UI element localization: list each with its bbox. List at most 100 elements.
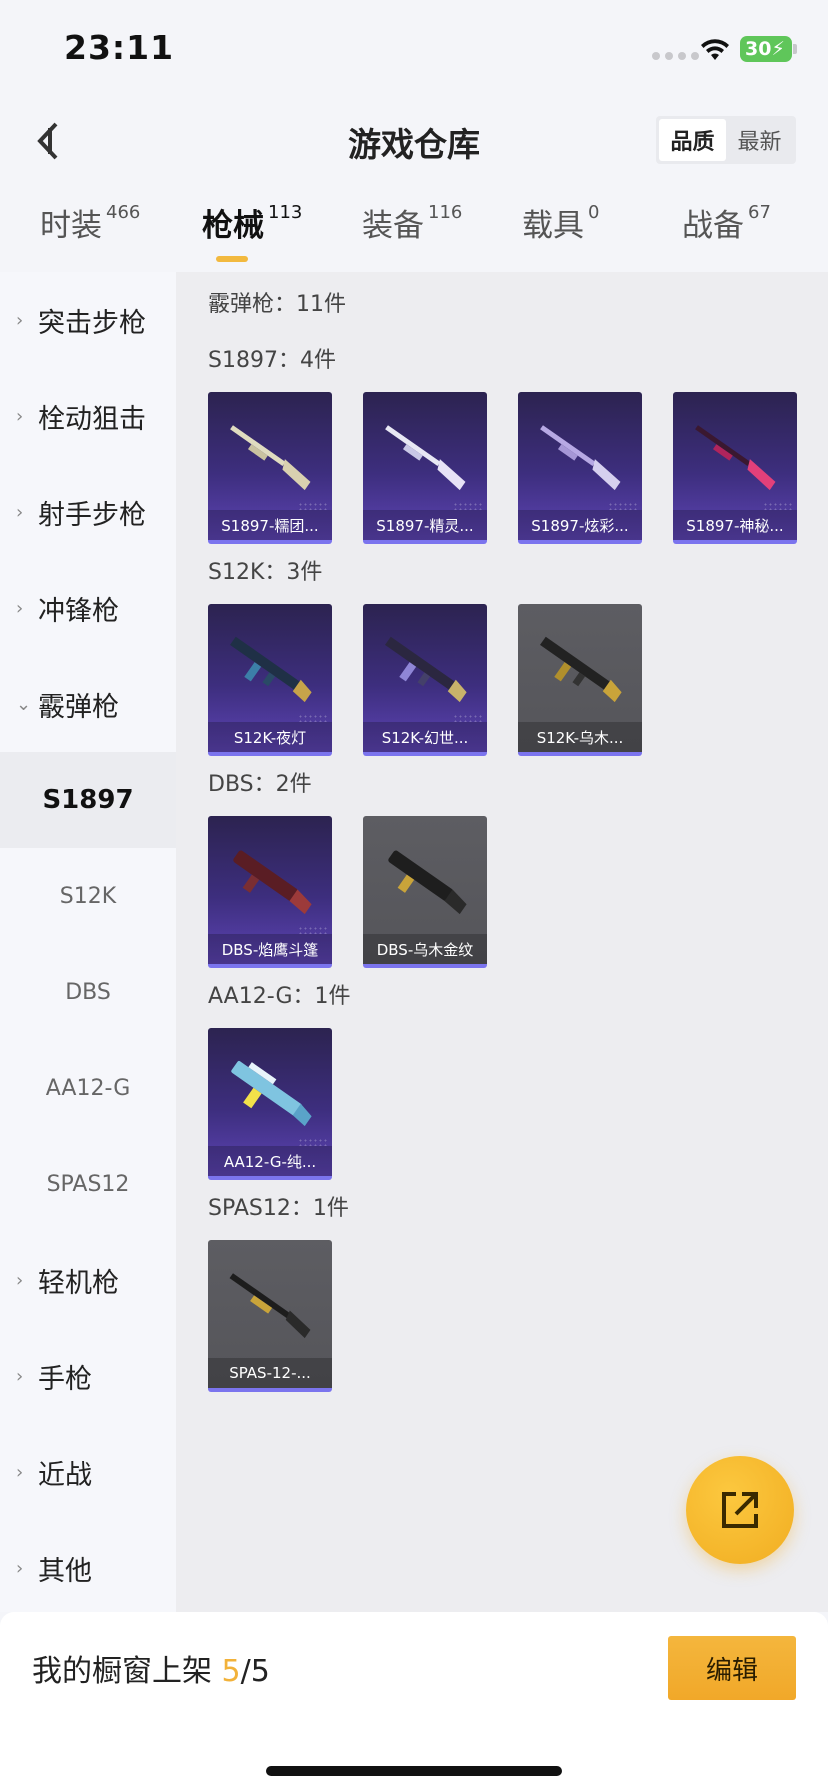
shelf-status: 我的橱窗上架 5/5 [32,1646,270,1690]
section-title-s1897: S1897：4件 [208,348,336,373]
chevron-right-icon: › [16,1461,24,1483]
bottom-bar: 我的橱窗上架 5/5 编辑 [0,1612,828,1792]
share-button[interactable] [686,1456,794,1564]
card-pattern [298,926,328,934]
card-pattern [298,502,328,510]
tab-count: 0 [588,202,600,223]
category-tabs: 时装 466 枪械 113 装备 116 载具 0 战备 67 [0,200,828,270]
tab-count: 113 [268,202,303,223]
weapon-card-name: S1897-糯团... [208,510,332,540]
home-indicator[interactable] [266,1766,562,1776]
sidebar-subitem-aa12g[interactable]: AA12-G [0,1040,176,1136]
sidebar-item-shotgun[interactable]: ⌄ 霰弹枪 [0,656,176,752]
tab-label: 装备 [362,208,424,244]
card-pattern [608,502,638,510]
shotgun-icon [695,425,776,491]
tab-supplies[interactable]: 战备 67 [682,200,771,245]
sidebar-item-marksman-rifle[interactable]: › 射手步枪 [0,464,176,560]
battery-level: 30 [745,38,772,60]
weapon-card[interactable]: S1897-糯团... [208,392,332,544]
sidebar-item-smg[interactable]: › 冲锋枪 [0,560,176,656]
weapon-card[interactable]: DBS-乌木金纹 [363,816,487,968]
sort-toggle[interactable]: 品质 最新 [656,116,796,164]
sidebar-item-bolt-sniper[interactable]: › 栓动狙击 [0,368,176,464]
tab-firearms[interactable]: 枪械 113 [202,200,302,245]
sidebar-subitem-s1897[interactable]: S1897 [0,752,176,848]
weapon-card[interactable]: S12K-乌木... [518,604,642,756]
sidebar-item-label: 射手步枪 [38,499,146,531]
sidebar-item-label: 轻机枪 [38,1267,119,1299]
section-title-dbs: DBS：2件 [208,772,312,797]
section-title-spas12: SPAS12：1件 [208,1196,349,1221]
tab-vehicles[interactable]: 载具 0 [522,200,599,245]
weapon-card-name: S12K-夜灯 [208,722,332,752]
sidebar-subitem-s12k[interactable]: S12K [0,848,176,944]
status-bar: 23:11 30 ⚡ [0,0,828,100]
weapon-card-name: AA12-G-纯... [208,1146,332,1176]
weapon-card[interactable]: SPAS-12-... [208,1240,332,1392]
weapon-card[interactable]: S1897-精灵... [363,392,487,544]
shotgun-icon [229,1273,311,1339]
shelf-label: 我的橱窗上架 [32,1654,222,1689]
back-icon[interactable] [30,116,70,166]
card-pattern [453,714,483,722]
weapon-card[interactable]: S12K-幻世... [363,604,487,756]
shotgun-icon [231,1060,312,1127]
sort-quality-button[interactable]: 品质 [659,119,726,161]
weapon-card[interactable]: AA12-G-纯... [208,1028,332,1180]
weapon-category-sidebar: › 突击步枪 › 栓动狙击 › 射手步枪 › 冲锋枪 ⌄ 霰弹枪 S1897 S12K D… [0,272,176,1612]
chevron-right-icon: › [16,405,24,427]
section-title-aa12g: AA12-G：1件 [208,984,351,1009]
chevron-right-icon: › [16,597,24,619]
signal-icon [652,52,699,60]
weapon-card-name: S1897-神秘... [673,510,797,540]
sidebar-item-label: 栓动狙击 [38,403,146,435]
weapon-card-name: S1897-精灵... [363,510,487,540]
tab-count: 67 [748,202,771,223]
card-pattern [453,502,483,510]
weapon-card-name: S1897-炫彩... [518,510,642,540]
sidebar-item-label: 其他 [38,1555,92,1587]
sidebar-item-label: 突击步枪 [38,307,146,339]
weapon-list: 霰弹枪：11件 S1897：4件 S1897-糯团... S1897-精灵...… [176,272,828,1612]
section-title-s12k: S12K：3件 [208,560,323,585]
share-icon [722,1492,758,1528]
shotgun-icon [540,425,621,491]
tab-equipment[interactable]: 装备 116 [362,200,462,245]
weapon-card-name: S12K-幻世... [363,722,487,752]
sidebar-item-label: 手枪 [38,1363,92,1395]
tab-count: 466 [106,202,141,223]
sidebar-item-melee[interactable]: › 近战 [0,1424,176,1520]
weapon-card[interactable]: DBS-焰鹰斗篷 [208,816,332,968]
sidebar-item-other[interactable]: › 其他 [0,1520,176,1616]
active-tab-indicator [216,256,248,262]
shelf-total: /5 [240,1654,270,1689]
card-pattern [298,1138,328,1146]
sidebar-item-label: 近战 [38,1459,92,1491]
sidebar-item-assault-rifle[interactable]: › 突击步枪 [0,272,176,368]
sidebar-item-label: 冲锋枪 [38,595,119,627]
weapon-card-name: S12K-乌木... [518,722,642,752]
weapon-card[interactable]: S1897-神秘... [673,392,797,544]
weapon-card[interactable]: S1897-炫彩... [518,392,642,544]
shotgun-icon [230,425,311,491]
sidebar-item-lmg[interactable]: › 轻机枪 [0,1232,176,1328]
sidebar-item-pistol[interactable]: › 手枪 [0,1328,176,1424]
shotgun-icon [233,850,312,915]
weapon-card[interactable]: S12K-夜灯 [208,604,332,756]
sidebar-item-label: 霰弹枪 [38,691,119,723]
tab-count: 116 [428,202,463,223]
chevron-right-icon: › [16,1269,24,1291]
edit-button[interactable]: 编辑 [668,1636,796,1700]
battery-icon: 30 ⚡ [740,36,792,62]
sort-newest-button[interactable]: 最新 [726,119,793,161]
wifi-icon [701,39,729,60]
tab-fashion[interactable]: 时装 466 [40,200,140,245]
shotgun-icon [388,850,467,915]
shelf-count: 5 [221,1654,241,1689]
tab-label: 枪械 [202,208,264,244]
sidebar-subitem-spas12[interactable]: SPAS12 [0,1136,176,1232]
chevron-right-icon: › [16,501,24,523]
sidebar-subitem-dbs[interactable]: DBS [0,944,176,1040]
shotgun-icon [385,425,466,491]
